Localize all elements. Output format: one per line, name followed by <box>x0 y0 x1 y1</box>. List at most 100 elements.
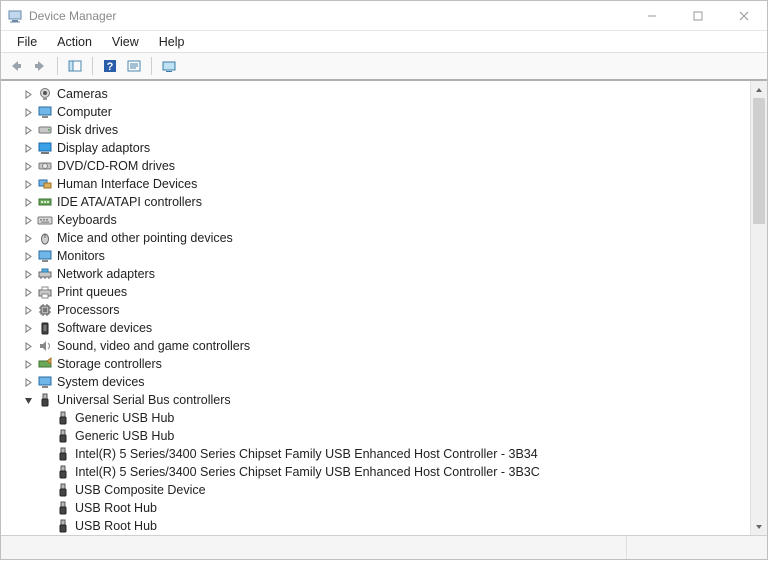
menu-help[interactable]: Help <box>149 33 195 51</box>
show-hide-console-tree-button[interactable] <box>64 55 86 77</box>
category-label: Disk drives <box>57 123 118 137</box>
display-adapter-icon <box>37 140 53 156</box>
software-icon <box>37 320 53 336</box>
expand-icon[interactable] <box>21 321 35 335</box>
minimize-button[interactable] <box>629 1 675 31</box>
usb-device-item[interactable]: USB Composite Device <box>9 481 747 499</box>
expand-icon[interactable] <box>21 339 35 353</box>
back-button[interactable] <box>5 55 27 77</box>
usb-icon <box>55 446 71 462</box>
usb-device-item[interactable]: USB Root Hub <box>9 499 747 517</box>
expand-icon[interactable] <box>21 375 35 389</box>
properties-button[interactable] <box>123 55 145 77</box>
expand-icon[interactable] <box>21 87 35 101</box>
help-button[interactable]: ? <box>99 55 121 77</box>
printer-icon <box>37 284 53 300</box>
forward-button[interactable] <box>29 55 51 77</box>
category-label: Human Interface Devices <box>57 177 197 191</box>
disk-icon <box>37 122 53 138</box>
menu-action[interactable]: Action <box>47 33 102 51</box>
category-print-queues[interactable]: Print queues <box>9 283 747 301</box>
category-software-devices[interactable]: Software devices <box>9 319 747 337</box>
category-monitors[interactable]: Monitors <box>9 247 747 265</box>
device-label: Generic USB Hub <box>75 429 174 443</box>
system-icon <box>37 374 53 390</box>
usb-device-item[interactable]: Generic USB Hub <box>9 427 747 445</box>
expand-icon[interactable] <box>21 267 35 281</box>
scroll-down-button[interactable] <box>751 518 767 535</box>
expand-icon[interactable] <box>21 231 35 245</box>
category-hid[interactable]: Human Interface Devices <box>9 175 747 193</box>
usb-device-item[interactable]: Intel(R) 5 Series/3400 Series Chipset Fa… <box>9 445 747 463</box>
category-network[interactable]: Network adapters <box>9 265 747 283</box>
category-label: Sound, video and game controllers <box>57 339 250 353</box>
category-label: Universal Serial Bus controllers <box>57 393 231 407</box>
status-pane <box>627 536 767 559</box>
device-tree[interactable]: Cameras Computer Disk drives Display ada… <box>1 81 747 535</box>
window-title: Device Manager <box>29 9 116 23</box>
expand-icon[interactable] <box>21 285 35 299</box>
menu-file[interactable]: File <box>7 33 47 51</box>
category-usb-controllers[interactable]: Universal Serial Bus controllers <box>9 391 747 409</box>
svg-text:?: ? <box>107 61 114 73</box>
expand-icon[interactable] <box>21 159 35 173</box>
vertical-scrollbar[interactable] <box>750 81 767 535</box>
scroll-track[interactable] <box>751 98 767 518</box>
usb-icon <box>55 464 71 480</box>
category-display-adapters[interactable]: Display adaptors <box>9 139 747 157</box>
scan-hardware-button[interactable] <box>158 55 180 77</box>
menu-view[interactable]: View <box>102 33 149 51</box>
expand-icon[interactable] <box>21 177 35 191</box>
category-computer[interactable]: Computer <box>9 103 747 121</box>
device-label: USB Root Hub <box>75 501 157 515</box>
device-label: USB Composite Device <box>75 483 206 497</box>
category-label: System devices <box>57 375 145 389</box>
category-label: DVD/CD-ROM drives <box>57 159 175 173</box>
usb-icon <box>55 500 71 516</box>
mouse-icon <box>37 230 53 246</box>
category-keyboards[interactable]: Keyboards <box>9 211 747 229</box>
expand-icon[interactable] <box>21 105 35 119</box>
status-pane <box>1 536 627 559</box>
usb-device-item[interactable]: Generic USB Hub <box>9 409 747 427</box>
content-area: Cameras Computer Disk drives Display ada… <box>1 81 767 535</box>
category-ide[interactable]: IDE ATA/ATAPI controllers <box>9 193 747 211</box>
device-label: Intel(R) 5 Series/3400 Series Chipset Fa… <box>75 447 538 461</box>
expand-icon[interactable] <box>21 357 35 371</box>
expand-icon[interactable] <box>21 249 35 263</box>
category-mice[interactable]: Mice and other pointing devices <box>9 229 747 247</box>
category-dvd-cd[interactable]: DVD/CD-ROM drives <box>9 157 747 175</box>
category-label: Cameras <box>57 87 108 101</box>
expand-icon[interactable] <box>21 213 35 227</box>
category-system-devices[interactable]: System devices <box>9 373 747 391</box>
category-label: Software devices <box>57 321 152 335</box>
close-button[interactable] <box>721 1 767 31</box>
menubar: File Action View Help <box>1 31 767 53</box>
expand-icon[interactable] <box>21 195 35 209</box>
keyboard-icon <box>37 212 53 228</box>
category-cameras[interactable]: Cameras <box>9 85 747 103</box>
maximize-button[interactable] <box>675 1 721 31</box>
expand-icon[interactable] <box>21 141 35 155</box>
expand-icon[interactable] <box>21 123 35 137</box>
collapse-icon[interactable] <box>21 393 35 407</box>
usb-icon <box>55 518 71 534</box>
device-label: Generic USB Hub <box>75 411 174 425</box>
device-label: USB Root Hub <box>75 519 157 533</box>
category-label: Network adapters <box>57 267 155 281</box>
scroll-up-button[interactable] <box>751 81 767 98</box>
expand-icon[interactable] <box>21 303 35 317</box>
category-sound[interactable]: Sound, video and game controllers <box>9 337 747 355</box>
category-label: Print queues <box>57 285 127 299</box>
category-processors[interactable]: Processors <box>9 301 747 319</box>
device-manager-window: Device Manager File Action View Help <box>0 0 768 560</box>
computer-icon <box>37 104 53 120</box>
usb-icon <box>37 392 53 408</box>
category-storage-controllers[interactable]: Storage controllers <box>9 355 747 373</box>
scroll-thumb[interactable] <box>753 98 765 224</box>
usb-device-item[interactable]: USB Root Hub <box>9 517 747 535</box>
cd-drive-icon <box>37 158 53 174</box>
category-disk-drives[interactable]: Disk drives <box>9 121 747 139</box>
usb-device-item[interactable]: Intel(R) 5 Series/3400 Series Chipset Fa… <box>9 463 747 481</box>
hid-icon <box>37 176 53 192</box>
